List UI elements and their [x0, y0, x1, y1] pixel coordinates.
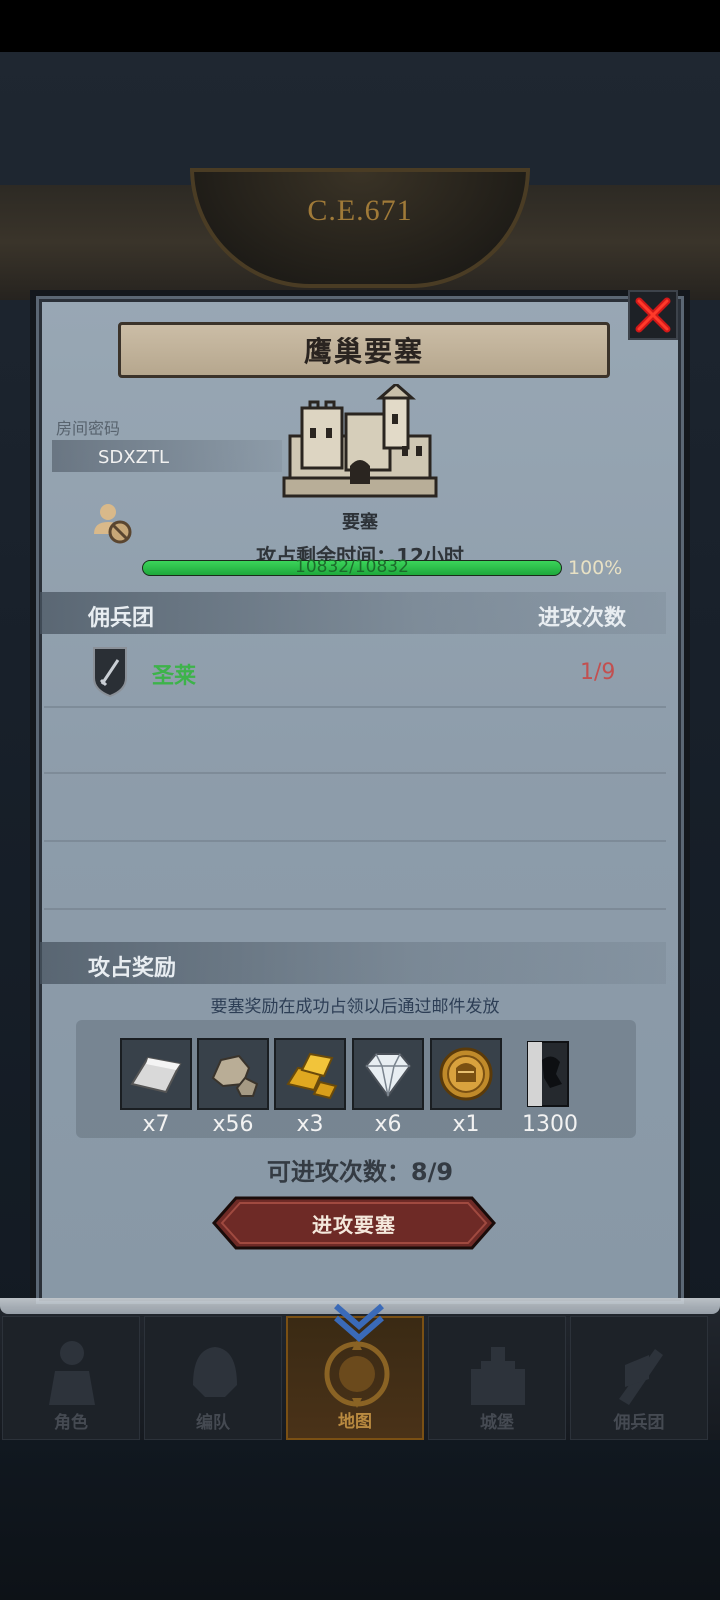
title-banner: 鹰巢要塞 [118, 322, 610, 378]
mercenary-section-title: 佣兵团 [88, 606, 155, 631]
reward-qty: x56 [212, 1112, 254, 1137]
attacks-label: 可进攻次数： [266, 1158, 411, 1186]
helmet-icon [193, 1347, 237, 1397]
status-bar [0, 0, 720, 52]
hp-text: 10832/10832 [295, 557, 409, 577]
remaining-attacks: 可进攻次数：8/9 [200, 1152, 520, 1187]
attacks-value: 8/9 [410, 1158, 454, 1186]
era-label: C.E.671 [307, 194, 413, 227]
reward-item-diamond[interactable] [352, 1038, 424, 1110]
knight-icon [49, 1341, 95, 1405]
reward-item-stone[interactable] [197, 1038, 269, 1110]
reward-item-medal[interactable] [430, 1038, 502, 1110]
tab-label: 角色 [54, 1413, 88, 1433]
mercenary-banner-icon [619, 1349, 663, 1405]
row-divider [44, 840, 666, 842]
reward-item-silver[interactable] [120, 1038, 192, 1110]
hp-percent: 100% [568, 557, 623, 579]
list-item[interactable] [44, 638, 666, 706]
sword-shield-icon [93, 647, 127, 698]
compass-map-icon [324, 1340, 390, 1408]
close-button[interactable] [628, 290, 678, 340]
building-type-label: 要塞 [342, 512, 378, 533]
tab-character[interactable]: 角色 [2, 1316, 140, 1440]
reward-qty: x6 [374, 1112, 402, 1137]
tab-label: 城堡 [480, 1413, 514, 1433]
reward-item-gold[interactable] [274, 1038, 346, 1110]
mercenary-name: 圣莱 [152, 664, 197, 689]
reputation-qty: 1300 [522, 1112, 578, 1137]
tab-label: 地图 [338, 1412, 372, 1432]
row-divider [44, 908, 666, 910]
close-icon [635, 297, 671, 333]
bottom-area [0, 1440, 720, 1600]
rewards-section-title: 攻占奖励 [88, 956, 177, 981]
diamond-icon [364, 1053, 412, 1098]
dialog-title: 鹰巢要塞 [303, 335, 424, 368]
stone-ore-icon [211, 1054, 259, 1097]
reward-qty: x1 [452, 1112, 480, 1137]
tab-mercenary[interactable]: 佣兵团 [570, 1316, 708, 1440]
attack-button-label: 进攻要塞 [312, 1212, 396, 1237]
chevron-down-icon [334, 1303, 384, 1342]
knight-medal-icon [439, 1047, 493, 1101]
reward-qty: x3 [296, 1112, 324, 1137]
tab-label: 编队 [196, 1413, 230, 1433]
attack-fortress-button[interactable]: 进攻要塞 [212, 1196, 496, 1250]
reward-note: 要塞奖励在成功占领以后通过邮件发放 [210, 997, 500, 1017]
tab-label: 佣兵团 [613, 1413, 665, 1433]
room-password-label: 房间密码 [56, 419, 121, 438]
gold-bars-icon [286, 1052, 338, 1100]
castle-icon [471, 1347, 525, 1405]
reward-qty: x7 [142, 1112, 170, 1137]
room-code[interactable]: SDXZTL [98, 447, 169, 468]
fortress-icon [282, 384, 438, 498]
tab-castle[interactable]: 城堡 [428, 1316, 566, 1440]
row-divider [44, 706, 666, 708]
mercenary-attack-count: 1/9 [580, 660, 616, 685]
row-divider [44, 772, 666, 774]
user-blocked-icon[interactable] [90, 500, 136, 546]
reputation-icon[interactable] [526, 1040, 570, 1108]
tab-formation[interactable]: 编队 [144, 1316, 282, 1440]
attack-count-header: 进攻次数 [538, 606, 627, 631]
silver-ingot-icon [130, 1056, 182, 1094]
